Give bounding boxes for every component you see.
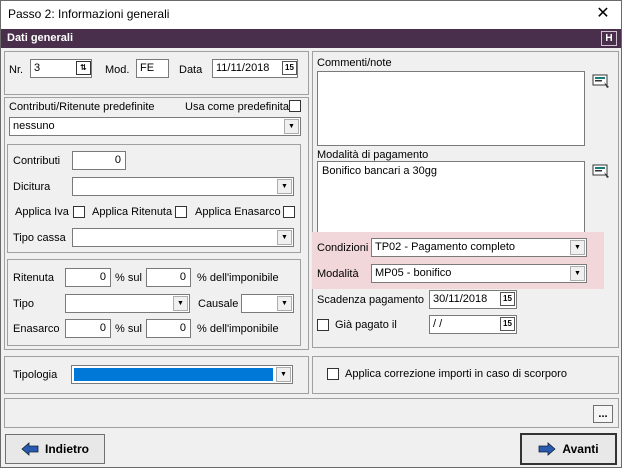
preset-select[interactable]: nessuno ▼: [9, 117, 301, 136]
enasarco-pct-input[interactable]: 0: [65, 319, 111, 338]
tipologia-select[interactable]: ▼: [71, 365, 293, 384]
scadenza-label: Scadenza pagamento: [317, 294, 425, 306]
title-bar: Passo 2: Informazioni generali ✕: [1, 1, 621, 29]
chevron-down-icon: ▼: [277, 179, 292, 194]
section-header: Dati generali H: [1, 29, 621, 48]
wizard-window: Passo 2: Informazioni generali ✕ Dati ge…: [0, 0, 622, 468]
tipo-select[interactable]: ▼: [65, 294, 190, 313]
next-button[interactable]: Avanti: [520, 433, 617, 465]
applica-ritenuta-checkbox[interactable]: [175, 206, 187, 218]
nr-label: Nr.: [9, 64, 24, 76]
dicitura-select[interactable]: ▼: [72, 177, 294, 196]
ritenuta-sul-label: % sul: [115, 272, 142, 284]
scorporo-checkbox[interactable]: [327, 368, 339, 380]
modalita-label: Modalità: [317, 268, 359, 280]
condizioni-select[interactable]: TP02 - Pagamento completo ▼: [371, 238, 587, 257]
status-strip: [4, 398, 619, 428]
applica-iva-label: Applica Iva: [15, 206, 69, 218]
chevron-down-icon: ▼: [277, 230, 292, 245]
gia-pagato-label: Già pagato il: [335, 319, 397, 331]
enasarco-imponibile-label: % dell'imponibile: [197, 323, 279, 335]
contributi-section-label: Contributi/Ritenute predefinite: [9, 101, 155, 113]
pagamento-textarea[interactable]: Bonifico bancari a 30gg: [317, 161, 585, 233]
ritenuta-imponibile-label: % dell'imponibile: [197, 272, 279, 284]
enasarco-label: Enasarco: [13, 323, 60, 335]
tipologia-label: Tipologia: [13, 369, 58, 381]
enasarco-sul-label: % sul: [115, 323, 142, 335]
notes-edit-icon[interactable]: [592, 73, 610, 89]
arrow-left-icon: [21, 442, 39, 456]
back-button[interactable]: Indietro: [5, 434, 105, 464]
chevron-down-icon: ▼: [570, 266, 585, 281]
chevron-down-icon: ▼: [570, 240, 585, 255]
help-button[interactable]: H: [601, 31, 617, 46]
applica-enasarco-label: Applica Enasarco: [195, 206, 281, 218]
calendar-icon[interactable]: 15: [282, 61, 297, 75]
applica-ritenuta-label: Applica Ritenuta: [92, 206, 173, 218]
window-title: Passo 2: Informazioni generali: [8, 7, 170, 21]
arrow-right-icon: [538, 442, 556, 456]
tipo-label: Tipo: [13, 298, 34, 310]
commenti-label: Commenti/note: [317, 57, 392, 69]
condizioni-label: Condizioni: [317, 242, 369, 254]
chevron-down-icon: ▼: [284, 119, 299, 134]
applica-enasarco-checkbox[interactable]: [283, 206, 295, 218]
chevron-down-icon: ▼: [173, 296, 188, 311]
ritenuta-label: Ritenuta: [13, 272, 54, 284]
contributi-input[interactable]: 0: [72, 151, 126, 170]
section-title: Dati generali: [7, 32, 74, 44]
causale-select[interactable]: ▼: [241, 294, 294, 313]
mod-input[interactable]: FE: [136, 59, 169, 78]
pagamento-label: Modalità di pagamento: [317, 149, 429, 161]
scorporo-label: Applica correzione importi in caso di sc…: [345, 368, 567, 380]
chevron-down-icon: ▼: [276, 367, 291, 382]
tipo-cassa-label: Tipo cassa: [13, 232, 66, 244]
modalita-select[interactable]: MP05 - bonifico ▼: [371, 264, 587, 283]
default-checkbox[interactable]: [289, 100, 301, 112]
enasarco-base-input[interactable]: 0: [146, 319, 191, 338]
default-label: Usa come predefinita: [185, 101, 289, 113]
selection-highlight: [74, 368, 273, 381]
data-label: Data: [179, 64, 203, 76]
causale-label: Causale: [198, 298, 239, 310]
mod-label: Mod.: [105, 64, 130, 76]
tipo-cassa-select[interactable]: ▼: [72, 228, 294, 247]
number-picker-icon[interactable]: ⇅: [76, 61, 91, 75]
dicitura-label: Dicitura: [13, 181, 51, 193]
contributi-label: Contributi: [13, 155, 61, 167]
commenti-textarea[interactable]: [317, 71, 585, 146]
more-button[interactable]: ...: [593, 405, 613, 423]
ritenuta-pct-input[interactable]: 0: [65, 268, 111, 287]
payment-edit-icon[interactable]: [592, 163, 610, 179]
calendar-icon[interactable]: 15: [500, 317, 515, 331]
ritenuta-base-input[interactable]: 0: [146, 268, 191, 287]
gia-pagato-checkbox[interactable]: [317, 319, 329, 331]
close-icon[interactable]: ✕: [593, 4, 613, 24]
calendar-icon[interactable]: 15: [500, 292, 515, 306]
chevron-down-icon: ▼: [277, 296, 292, 311]
applica-iva-checkbox[interactable]: [73, 206, 85, 218]
